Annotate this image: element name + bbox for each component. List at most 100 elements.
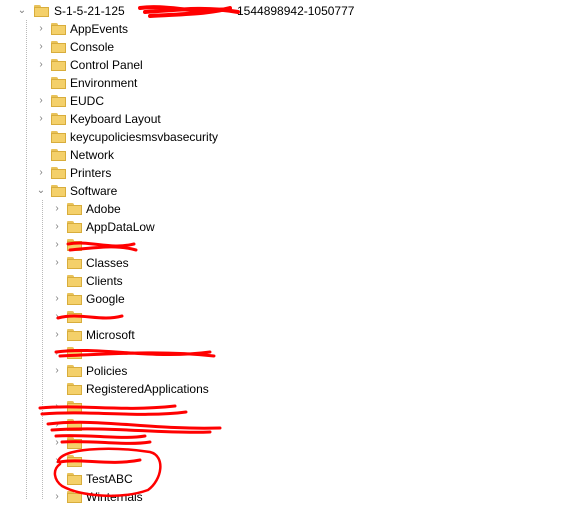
tree-node-label: Console — [70, 40, 115, 54]
chevron-right-icon[interactable]: › — [51, 254, 63, 272]
registry-tree: ⌄ S-1-5-21-125 1544898942-1050777 › AppE… — [0, 0, 582, 504]
tree-node-label: AppEvents — [70, 22, 129, 36]
tree-node-keycupoliciesmsvbasecurity[interactable]: keycupoliciesmsvbasecurity — [0, 128, 560, 146]
chevron-right-icon[interactable]: › — [51, 218, 63, 236]
tree-node-policies[interactable]: › Policies — [0, 362, 560, 380]
tree-node-label: RegisteredApplications — [86, 382, 209, 396]
tree-node-redacted[interactable]: › — [0, 452, 560, 470]
folder-icon — [67, 401, 82, 413]
chevron-right-icon[interactable]: › — [51, 344, 63, 362]
tree-node-testabc[interactable]: TestABC — [0, 470, 560, 488]
folder-icon — [51, 41, 66, 53]
tree-node-label: Google — [86, 292, 125, 306]
chevron-right-icon[interactable]: › — [51, 488, 63, 506]
tree-node-label: EUDC — [70, 94, 105, 108]
chevron-right-icon[interactable]: › — [51, 362, 63, 380]
chevron-right-icon[interactable]: › — [51, 416, 63, 434]
chevron-down-icon[interactable]: ⌄ — [35, 182, 47, 200]
tree-node-software[interactable]: ⌄ Software — [0, 182, 560, 200]
folder-icon — [51, 167, 66, 179]
tree-node-label: keycupoliciesmsvbasecurity — [70, 130, 219, 144]
chevron-right-icon[interactable]: › — [35, 164, 47, 182]
folder-icon — [51, 185, 66, 197]
tree-node-label: TestABC — [86, 472, 133, 486]
folder-icon — [67, 239, 82, 251]
folder-icon — [51, 95, 66, 107]
tree-node-label: Environment — [70, 76, 138, 90]
folder-icon — [67, 293, 82, 305]
folder-icon — [34, 5, 49, 17]
tree-node-clients[interactable]: Clients — [0, 272, 560, 290]
tree-node-network[interactable]: Network — [0, 146, 560, 164]
tree-node-label: AppDataLow — [86, 220, 155, 234]
tree-node-eudc[interactable]: › EUDC — [0, 92, 560, 110]
tree-node-label: Microsoft — [86, 328, 135, 342]
folder-icon — [67, 275, 82, 287]
chevron-right-icon[interactable]: › — [51, 236, 63, 254]
folder-icon — [67, 491, 82, 503]
tree-node-label: Clients — [86, 274, 123, 288]
chevron-right-icon[interactable]: › — [35, 38, 47, 56]
tree-node-label: Printers — [70, 166, 112, 180]
tree-node-redacted[interactable]: › — [0, 344, 560, 362]
chevron-right-icon[interactable]: › — [35, 92, 47, 110]
chevron-right-icon[interactable]: › — [35, 110, 47, 128]
tree-node-label: Keyboard Layout — [70, 112, 161, 126]
tree-node-printers[interactable]: › Printers — [0, 164, 560, 182]
tree-node-redacted[interactable]: › — [0, 236, 560, 254]
chevron-right-icon[interactable]: › — [51, 452, 63, 470]
tree-node-microsoft[interactable]: › Microsoft — [0, 326, 560, 344]
tree-node-classes[interactable]: › Classes — [0, 254, 560, 272]
tree-node-label: Adobe — [86, 202, 121, 216]
chevron-right-icon[interactable]: › — [51, 308, 63, 326]
chevron-down-icon[interactable]: ⌄ — [16, 2, 28, 20]
tree-node-label: Control Panel — [70, 58, 143, 72]
folder-icon — [51, 59, 66, 71]
chevron-right-icon[interactable]: › — [35, 56, 47, 74]
chevron-right-icon[interactable]: › — [35, 20, 47, 38]
tree-node-control-panel[interactable]: › Control Panel — [0, 56, 560, 74]
tree-node-label: Software — [70, 184, 118, 198]
folder-icon — [51, 77, 66, 89]
tree-node-winternals[interactable]: › Winternals — [0, 488, 560, 506]
tree-node-label: Winternals — [86, 490, 143, 504]
tree-node-label-suffix: 1544898942-1050777 — [237, 4, 355, 18]
folder-icon — [67, 329, 82, 341]
folder-icon — [51, 149, 66, 161]
tree-node-redacted[interactable]: › — [0, 416, 560, 434]
tree-node-root[interactable]: ⌄ S-1-5-21-125 1544898942-1050777 — [0, 2, 560, 20]
folder-icon — [67, 365, 82, 377]
tree-node-redacted[interactable]: › — [0, 308, 560, 326]
folder-icon — [51, 113, 66, 125]
folder-icon — [67, 383, 82, 395]
tree-node-label: Policies — [86, 364, 128, 378]
chevron-right-icon[interactable]: › — [51, 434, 63, 452]
tree-node-label: S-1-5-21-125 — [54, 4, 125, 18]
folder-icon — [67, 311, 82, 323]
tree-node-redacted[interactable]: › — [0, 434, 560, 452]
chevron-right-icon[interactable]: › — [51, 200, 63, 218]
tree-node-google[interactable]: › Google — [0, 290, 560, 308]
folder-icon — [67, 473, 82, 485]
folder-icon — [51, 131, 66, 143]
chevron-right-icon[interactable]: › — [51, 398, 63, 416]
folder-icon — [67, 257, 82, 269]
folder-icon — [67, 221, 82, 233]
folder-icon — [51, 23, 66, 35]
tree-node-environment[interactable]: Environment — [0, 74, 560, 92]
tree-node-appevents[interactable]: › AppEvents — [0, 20, 560, 38]
tree-node-adobe[interactable]: › Adobe — [0, 200, 560, 218]
tree-node-registeredapplications[interactable]: RegisteredApplications — [0, 380, 560, 398]
folder-icon — [67, 419, 82, 431]
tree-node-redacted[interactable]: › — [0, 398, 560, 416]
folder-icon — [67, 437, 82, 449]
tree-node-label: Classes — [86, 256, 129, 270]
folder-icon — [67, 347, 82, 359]
folder-icon — [67, 455, 82, 467]
chevron-right-icon[interactable]: › — [51, 326, 63, 344]
tree-node-appdatalow[interactable]: › AppDataLow — [0, 218, 560, 236]
chevron-right-icon[interactable]: › — [51, 290, 63, 308]
tree-node-label: Network — [70, 148, 115, 162]
tree-node-keyboard-layout[interactable]: › Keyboard Layout — [0, 110, 560, 128]
tree-node-console[interactable]: › Console — [0, 38, 560, 56]
